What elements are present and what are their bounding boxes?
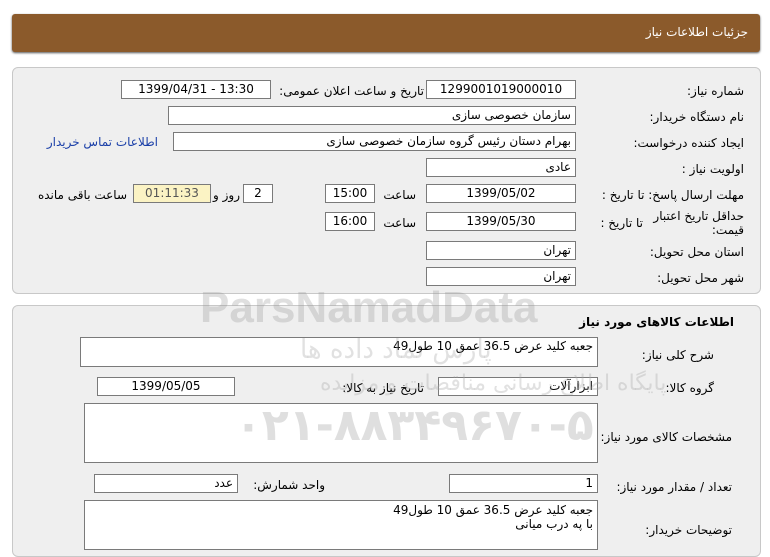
- group-label: گروه کالا:: [665, 381, 715, 395]
- need-info-panel: [12, 67, 761, 294]
- announce-label: تاریخ و ساعت اعلان عمومی:: [279, 84, 424, 98]
- summary-label: شرح کلی نیاز:: [641, 348, 714, 362]
- page-title: جزئیات اطلاعات نیاز: [645, 25, 748, 39]
- validity-time-label: ساعت: [383, 216, 416, 230]
- buyer-org-label: نام دستگاه خریدار:: [649, 110, 745, 124]
- need-date-label: تاریخ نیاز به کالا:: [342, 381, 424, 395]
- unit-label: واحد شمارش:: [253, 478, 325, 492]
- buyer-desc-label: توضیحات خریدار:: [645, 523, 732, 537]
- remaining-time-field: 01:11:33: [133, 184, 211, 203]
- specs-field: [84, 403, 598, 463]
- group-field: ابزارآلات: [438, 377, 598, 396]
- province-label: استان محل تحویل:: [649, 245, 744, 259]
- unit-field: عدد: [94, 474, 238, 493]
- deadline-time-field: 15:00: [325, 184, 375, 203]
- specs-label: مشخصات کالای مورد نیاز:: [600, 430, 732, 444]
- qty-label: تعداد / مقدار مورد نیاز:: [616, 480, 732, 494]
- province-field: تهران: [426, 241, 576, 260]
- validity-to-label: تا تاریخ :: [600, 216, 643, 230]
- buyer-desc-line-2: با په درب میانی: [515, 517, 593, 531]
- need-number-field: 1299001019000010: [426, 80, 576, 99]
- deadline-time-label: ساعت: [383, 188, 416, 202]
- validity-label: حداقل تاریخ اعتبار قیمت:: [653, 209, 744, 237]
- buyer-contact-link[interactable]: اطلاعات تماس خریدار: [47, 135, 158, 149]
- priority-label: اولویت نیاز :: [681, 162, 744, 176]
- buyer-desc-line-1: جعبه کلید عرض 36.5 عمق 10 طول49: [393, 503, 593, 517]
- days-remaining-field: 2: [243, 184, 273, 203]
- city-field: تهران: [426, 267, 576, 286]
- deadline-label: مهلت ارسال پاسخ: تا تاریخ :: [601, 188, 744, 202]
- priority-field: عادی: [426, 158, 576, 177]
- announce-field: 1399/04/31 - 13:30: [121, 80, 271, 99]
- summary-field: جعبه کلید عرض 36.5 عمق 10 طول49: [80, 337, 598, 367]
- buyer-org-field: سازمان خصوصی سازی: [168, 106, 576, 125]
- city-label: شهر محل تحویل:: [657, 271, 744, 285]
- need-number-label: شماره نیاز:: [687, 84, 744, 98]
- remaining-label: ساعت باقی مانده: [37, 188, 127, 202]
- creator-field: بهرام دستان رئیس گروه سازمان خصوصی سازی: [173, 132, 576, 151]
- validity-date-field: 1399/05/30: [426, 212, 576, 231]
- creator-label: ایجاد کننده درخواست:: [633, 136, 744, 150]
- deadline-date-field: 1399/05/02: [426, 184, 576, 203]
- need-date-field: 1399/05/05: [97, 377, 235, 396]
- validity-time-field: 16:00: [325, 212, 375, 231]
- buyer-desc-field: جعبه کلید عرض 36.5 عمق 10 طول49 با په در…: [84, 500, 598, 550]
- qty-field: 1: [449, 474, 598, 493]
- page-header: جزئیات اطلاعات نیاز: [12, 14, 760, 52]
- goods-section-title: اطلاعات کالاهای مورد نیاز: [579, 315, 734, 329]
- days-label: روز و: [213, 188, 240, 202]
